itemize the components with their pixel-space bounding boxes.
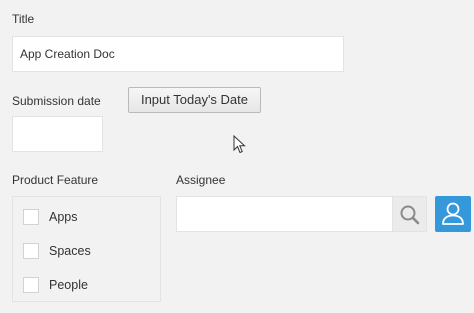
checkbox-option-spaces[interactable]: Spaces	[23, 241, 91, 261]
mouse-cursor-icon	[233, 135, 246, 154]
title-input[interactable]	[12, 36, 344, 72]
checkbox-label: Spaces	[49, 244, 91, 258]
assignee-input[interactable]	[176, 196, 393, 232]
product-feature-checkbox-group: Apps Spaces People	[12, 196, 161, 302]
search-icon	[400, 205, 420, 225]
assignee-search-button[interactable]	[393, 196, 427, 232]
submission-date-input[interactable]	[12, 116, 103, 152]
checkbox-option-people[interactable]: People	[23, 275, 88, 295]
assignee-label: Assignee	[176, 173, 226, 187]
checkbox-option-apps[interactable]: Apps	[23, 207, 78, 227]
input-todays-date-button[interactable]: Input Today's Date	[128, 87, 261, 113]
checkbox[interactable]	[23, 209, 39, 225]
submission-date-label: Submission date	[12, 94, 101, 108]
checkbox[interactable]	[23, 277, 39, 293]
product-feature-label: Product Feature	[12, 173, 99, 187]
checkbox-label: People	[49, 278, 88, 292]
user-picker-button[interactable]	[435, 196, 471, 232]
title-label: Title	[12, 12, 35, 26]
checkbox[interactable]	[23, 243, 39, 259]
checkbox-label: Apps	[49, 210, 78, 224]
user-icon	[442, 202, 464, 225]
